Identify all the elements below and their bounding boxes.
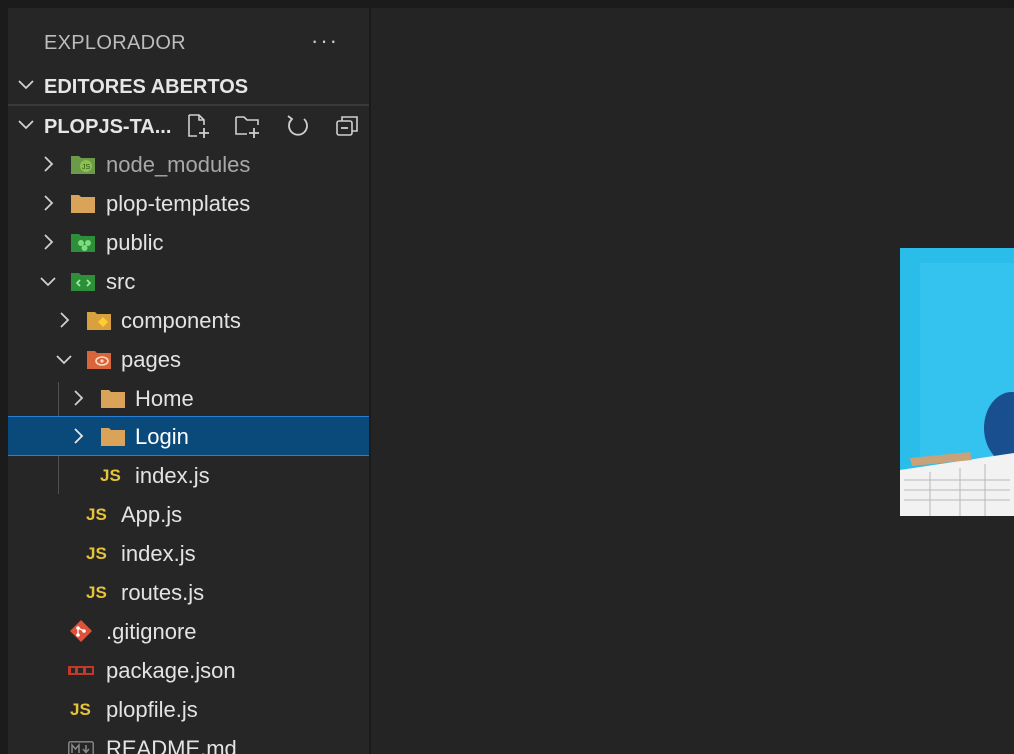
npm-icon: [68, 666, 94, 675]
tree-label: public: [106, 230, 164, 255]
explorer-sidebar: EXPLORADOR ··· EDITORES ABERTOS PLOPJS-T…: [8, 8, 369, 754]
tree-label: Home: [135, 386, 194, 411]
git-icon: [70, 620, 92, 642]
components-folder-icon: [87, 312, 111, 330]
chevron-right-icon: [74, 428, 84, 444]
public-folder-icon: [71, 234, 95, 252]
tree-item-plopfile-js[interactable]: JS plopfile.js: [8, 690, 369, 728]
tree-label: Login: [135, 424, 189, 449]
tree-item-home[interactable]: Home: [8, 379, 369, 417]
tree-label: .gitignore: [106, 619, 197, 644]
chevron-down-icon: [40, 277, 56, 287]
tree-item-plop-templates[interactable]: plop-templates: [8, 184, 369, 222]
tree-label: pages: [121, 347, 181, 372]
markdown-icon: [68, 741, 94, 754]
node-modules-folder-icon: JS: [71, 156, 95, 174]
tree-label: routes.js: [121, 580, 205, 605]
explorer-title: EXPLORADOR: [44, 32, 186, 54]
editor-area: [371, 8, 1014, 754]
tree-item-src[interactable]: src: [8, 262, 369, 300]
tree-label: node_modules: [106, 152, 251, 177]
tree-item-pages-index-js[interactable]: JS index.js: [8, 456, 369, 494]
js-file-icon: JS: [70, 700, 91, 719]
project-section[interactable]: PLOPJS-TA...: [8, 110, 369, 144]
tree-label: index.js: [135, 463, 210, 488]
chevron-down-icon: [18, 120, 34, 130]
new-file-icon[interactable]: [184, 112, 212, 140]
tree-item-public[interactable]: public: [8, 223, 369, 261]
pages-folder-icon: [87, 351, 111, 369]
project-name: PLOPJS-TA...: [44, 116, 172, 138]
tree-label: README.md: [106, 736, 237, 754]
chevron-right-icon: [44, 234, 54, 250]
new-folder-icon[interactable]: [234, 112, 262, 140]
tree-item-gitignore[interactable]: .gitignore: [8, 612, 369, 650]
refresh-icon[interactable]: [284, 112, 312, 140]
explorer-header: EXPLORADOR ···: [44, 28, 339, 56]
chevron-down-icon: [18, 80, 34, 90]
svg-text:JS: JS: [82, 164, 91, 171]
folder-icon: [101, 390, 125, 408]
tree-label: index.js: [121, 541, 196, 566]
chevron-right-icon: [60, 312, 70, 328]
chevron-right-icon: [44, 156, 54, 172]
tree-item-app-js[interactable]: JS App.js: [8, 495, 369, 533]
tree-item-pages[interactable]: pages: [8, 340, 369, 378]
tree-label: App.js: [121, 502, 183, 527]
tree-label: plop-templates: [106, 191, 251, 216]
open-editors-section[interactable]: EDITORES ABERTOS: [8, 70, 369, 104]
collapse-all-icon[interactable]: [334, 112, 362, 140]
tree-item-package-json[interactable]: package.json: [8, 651, 369, 689]
tree-label: src: [106, 269, 136, 294]
more-actions-icon[interactable]: ···: [311, 28, 339, 54]
chevron-down-icon: [56, 355, 72, 365]
section-divider: [8, 104, 369, 106]
tree-item-src-index-js[interactable]: JS index.js: [8, 534, 369, 572]
js-file-icon: JS: [86, 505, 107, 524]
open-editors-label: EDITORES ABERTOS: [44, 76, 249, 98]
js-file-icon: JS: [86, 544, 107, 563]
tree-item-readme-md[interactable]: README.md: [8, 729, 369, 754]
folder-icon: [101, 428, 125, 446]
tree-item-routes-js[interactable]: JS routes.js: [8, 573, 369, 611]
tree-item-login[interactable]: Login: [8, 416, 369, 456]
chevron-right-icon: [74, 390, 84, 406]
tree-item-node-modules[interactable]: JS node_modules: [8, 145, 369, 183]
js-file-icon: JS: [86, 583, 107, 602]
src-folder-icon: [71, 273, 95, 291]
video-preview-image: [900, 248, 1014, 516]
tree-item-components[interactable]: components: [8, 301, 369, 339]
tree-label: package.json: [106, 658, 236, 683]
chevron-right-icon: [44, 195, 54, 211]
js-file-icon: JS: [100, 466, 121, 485]
tree-label: plopfile.js: [106, 697, 198, 722]
folder-icon: [71, 195, 95, 213]
tree-label: components: [121, 308, 241, 333]
